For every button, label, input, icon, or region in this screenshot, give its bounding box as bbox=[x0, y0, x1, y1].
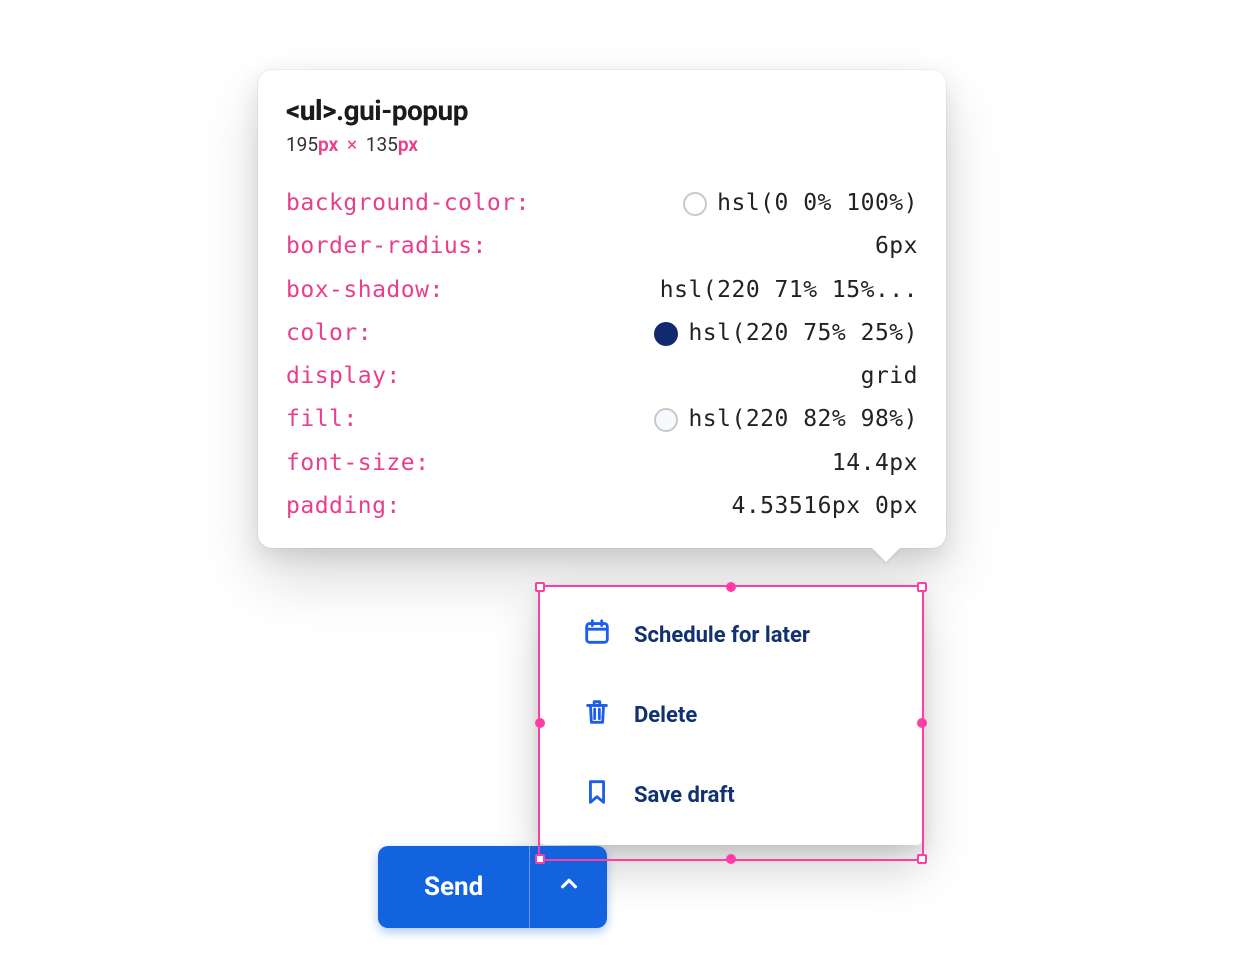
calendar-icon bbox=[582, 617, 612, 653]
tooltip-property-value: 4.53516px 0px bbox=[731, 494, 918, 519]
tooltip-property-name: display: bbox=[286, 364, 401, 389]
popup-item-calendar[interactable]: Schedule for later bbox=[538, 595, 924, 675]
tooltip-width-unit: px bbox=[318, 133, 338, 156]
send-split-button: Send bbox=[378, 846, 607, 928]
tooltip-property-value: 6px bbox=[875, 234, 918, 259]
tooltip-property-value-wrap: 6px bbox=[875, 234, 918, 259]
tooltip-property-value: hsl(220 82% 98%) bbox=[688, 407, 918, 432]
popup-item-label: Save draft bbox=[634, 783, 735, 808]
tooltip-property-value-wrap: hsl(220 75% 25%) bbox=[654, 321, 918, 346]
send-options-toggle[interactable] bbox=[529, 846, 607, 928]
tooltip-dim-separator: × bbox=[347, 133, 357, 156]
popup-item-label: Schedule for later bbox=[634, 623, 810, 648]
tooltip-property-value-wrap: 4.53516px 0px bbox=[731, 494, 918, 519]
color-swatch-icon bbox=[654, 408, 678, 432]
tooltip-selector-class: .gui-popup bbox=[336, 94, 468, 127]
tooltip-property-name: box-shadow: bbox=[286, 278, 444, 303]
tooltip-height-value: 135 bbox=[366, 133, 398, 156]
bookmark-icon bbox=[582, 777, 612, 813]
tooltip-property-value: 14.4px bbox=[832, 451, 918, 476]
send-button[interactable]: Send bbox=[378, 846, 529, 928]
tooltip-property-value-wrap: 14.4px bbox=[832, 451, 918, 476]
tooltip-style-table: background-color: hsl(0 0% 100%) border-ra… bbox=[286, 182, 918, 528]
selection-handle bbox=[726, 854, 736, 864]
tooltip-property-name: background-color: bbox=[286, 191, 530, 216]
tooltip-property-name: padding: bbox=[286, 494, 401, 519]
tooltip-height-unit: px bbox=[398, 133, 418, 156]
color-swatch-icon bbox=[654, 322, 678, 346]
tooltip-style-row: padding: 4.53516px 0px bbox=[286, 485, 918, 528]
tooltip-selector-tag: <ul> bbox=[286, 94, 336, 127]
send-button-label: Send bbox=[424, 872, 483, 902]
tooltip-style-row: color: hsl(220 75% 25%) bbox=[286, 312, 918, 355]
tooltip-style-row: font-size: 14.4px bbox=[286, 442, 918, 485]
context-popup-menu[interactable]: Schedule for later Delete Save draft bbox=[538, 585, 924, 845]
tooltip-property-value: hsl(220 75% 25%) bbox=[688, 321, 918, 346]
devtools-element-tooltip: <ul>.gui-popup 195px × 135px background-… bbox=[258, 70, 946, 548]
popup-item-bookmark[interactable]: Save draft bbox=[538, 755, 924, 835]
tooltip-property-value-wrap: hsl(220 71% 15%... bbox=[660, 278, 918, 303]
popup-item-label: Delete bbox=[634, 703, 697, 728]
chevron-up-icon bbox=[558, 872, 580, 902]
tooltip-property-name: font-size: bbox=[286, 451, 429, 476]
tooltip-width-value: 195 bbox=[286, 133, 318, 156]
tooltip-dimensions: 195px × 135px bbox=[286, 133, 918, 156]
tooltip-property-value-wrap: hsl(0 0% 100%) bbox=[683, 191, 918, 216]
tooltip-property-value-wrap: grid bbox=[861, 364, 918, 389]
tooltip-style-row: fill: hsl(220 82% 98%) bbox=[286, 398, 918, 441]
popup-item-trash[interactable]: Delete bbox=[538, 675, 924, 755]
selection-handle bbox=[917, 854, 927, 864]
tooltip-property-value: hsl(220 71% 15%... bbox=[660, 278, 918, 303]
tooltip-property-name: fill: bbox=[286, 407, 358, 432]
tooltip-selector: <ul>.gui-popup bbox=[286, 94, 918, 127]
tooltip-property-name: color: bbox=[286, 321, 372, 346]
tooltip-style-row: background-color: hsl(0 0% 100%) bbox=[286, 182, 918, 225]
trash-icon bbox=[582, 697, 612, 733]
tooltip-style-row: box-shadow: hsl(220 71% 15%... bbox=[286, 269, 918, 312]
tooltip-property-name: border-radius: bbox=[286, 234, 487, 259]
tooltip-property-value: hsl(0 0% 100%) bbox=[717, 191, 918, 216]
color-swatch-icon bbox=[683, 192, 707, 216]
tooltip-style-row: display: grid bbox=[286, 355, 918, 398]
tooltip-property-value: grid bbox=[861, 364, 918, 389]
tooltip-property-value-wrap: hsl(220 82% 98%) bbox=[654, 407, 918, 432]
tooltip-style-row: border-radius: 6px bbox=[286, 225, 918, 268]
